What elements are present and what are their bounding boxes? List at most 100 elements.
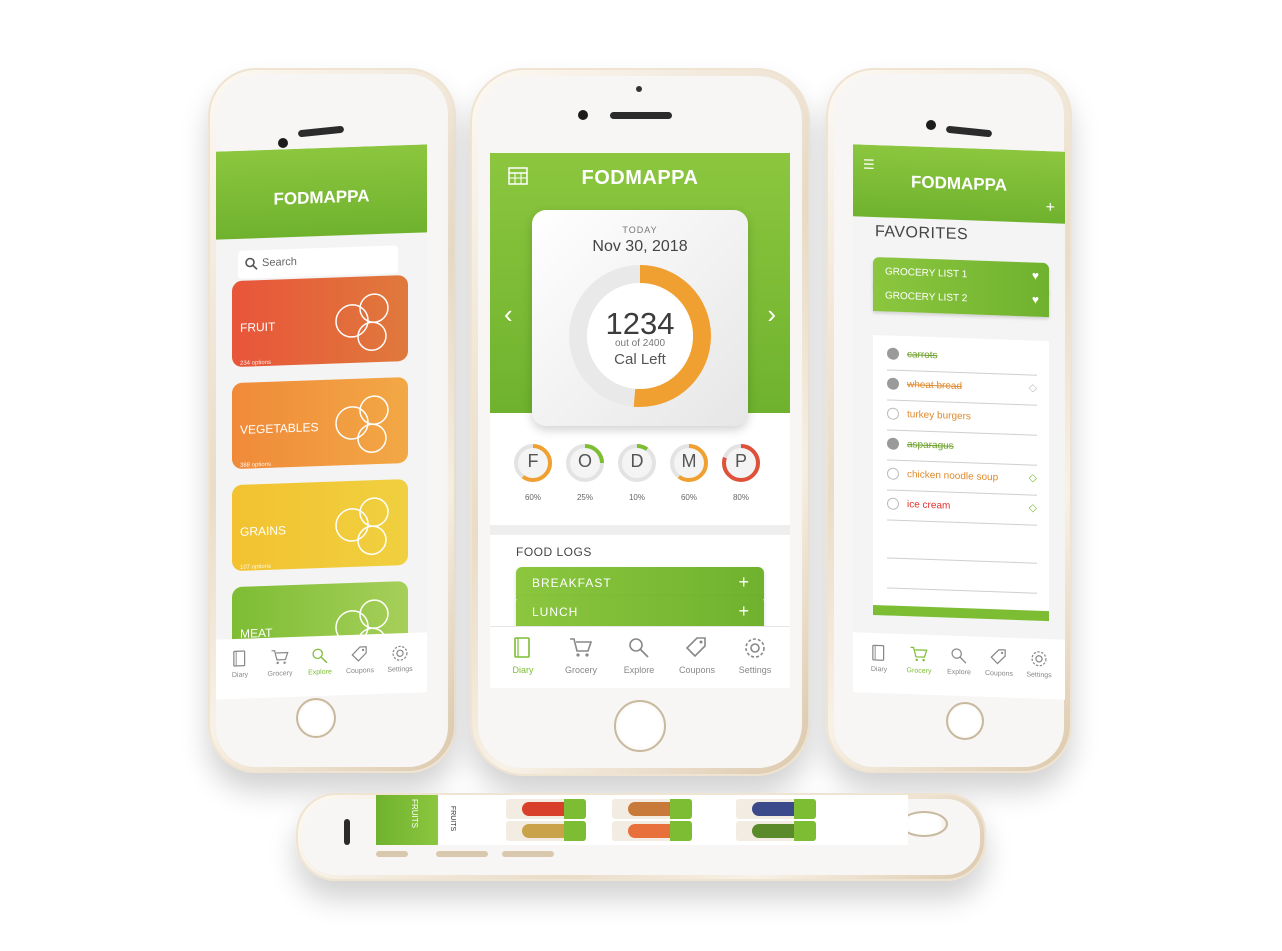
book-icon	[872, 644, 885, 661]
tab-label: Explore	[308, 668, 332, 677]
item-text: chicken noodle soup	[907, 469, 999, 484]
left-camera	[278, 138, 288, 148]
food-thumb[interactable]	[736, 821, 816, 841]
right-home-button[interactable]	[946, 702, 984, 740]
item-checkbox[interactable]	[887, 377, 899, 390]
tab-label: Explore	[947, 668, 971, 677]
grocery-list-2[interactable]: GROCERY LIST 2 ♥	[873, 280, 1049, 318]
tab-explore[interactable]: Explore	[610, 635, 668, 675]
left-header: FODMAPPA	[216, 144, 427, 240]
tab-diary[interactable]: Diary	[494, 635, 552, 675]
tab-label: Coupons	[984, 669, 1014, 678]
macro-p[interactable]: P 80%	[720, 443, 762, 502]
left-home-button[interactable]	[296, 698, 336, 738]
today-label: TODAY	[622, 225, 658, 235]
gear-icon	[392, 645, 408, 661]
food-log-label: BREAKFAST	[532, 576, 612, 590]
category-grains[interactable]: GRAINS 107 options	[232, 478, 408, 572]
macro-percent: 80%	[732, 493, 749, 502]
food-thumb[interactable]	[736, 799, 816, 819]
item-text: ice cream	[907, 499, 951, 512]
food-thumb[interactable]	[506, 799, 586, 819]
tab-coupons[interactable]: Coupons	[340, 644, 380, 675]
tab-diary[interactable]: Diary	[220, 648, 260, 679]
right-screen: ☰ FODMAPPA + FAVORITES GROCERY LIST 1 ♥ GR…	[853, 144, 1065, 700]
center-camera	[578, 110, 588, 120]
item-checkbox[interactable]	[887, 407, 899, 420]
tab-settings[interactable]: Settings	[1019, 648, 1059, 679]
macro-m[interactable]: M 60%	[668, 443, 710, 502]
macro-percent: 60%	[524, 493, 541, 502]
search-input[interactable]: Search	[238, 245, 398, 279]
left-screen: FODMAPPA Search FRUIT 234 options VEGETABL…	[216, 144, 427, 700]
heart-icon[interactable]: ♥	[1032, 293, 1039, 307]
macro-letter: P	[734, 451, 747, 471]
item-text: carrots	[907, 349, 938, 362]
macro-letter: O	[577, 451, 592, 471]
center-home-button[interactable]	[614, 700, 666, 752]
food-thumb[interactable]	[612, 821, 692, 841]
category-name: FRUIT	[240, 319, 276, 335]
gear-icon	[1031, 651, 1047, 667]
tab-coupons[interactable]: Coupons	[979, 647, 1019, 678]
food-log-breakfast[interactable]: BREAKFAST +	[516, 567, 764, 599]
food-log-lunch[interactable]: LUNCH +	[516, 596, 764, 628]
cart-icon	[910, 646, 928, 662]
food-log-label: LUNCH	[532, 605, 579, 619]
coupon-tag-icon[interactable]: ⬦	[1029, 470, 1037, 485]
cart-icon	[271, 650, 289, 665]
coupon-tag-icon[interactable]: ⬦	[1029, 380, 1037, 395]
tag-icon	[351, 646, 367, 662]
cart-icon	[570, 638, 593, 657]
food-thumb[interactable]	[506, 821, 586, 841]
grocery-list-label: GROCERY LIST 2	[885, 290, 968, 305]
prev-day-chevron-icon[interactable]: ‹	[504, 301, 513, 327]
tab-grocery[interactable]: Grocery	[260, 647, 300, 678]
item-checkbox[interactable]	[887, 347, 899, 360]
tab-coupons[interactable]: Coupons	[668, 635, 726, 675]
left-app-title: FODMAPPA	[273, 186, 370, 209]
tab-explore[interactable]: Explore	[300, 645, 340, 676]
tab-label: Grocery	[564, 665, 597, 675]
tab-label: Coupons	[345, 667, 375, 676]
macro-d[interactable]: D 10%	[616, 443, 658, 502]
bottom-screen: FRUITS FRUITS	[376, 795, 908, 845]
next-day-chevron-icon[interactable]: ›	[767, 301, 776, 327]
tab-diary[interactable]: Diary	[859, 643, 899, 674]
category-outline-icon	[335, 497, 389, 555]
tab-settings[interactable]: Settings	[380, 643, 420, 674]
macro-rings: F 60% O 25% D 10% M 60% P 80%	[512, 443, 772, 503]
tag-icon	[990, 649, 1006, 665]
tab-label: Grocery	[267, 670, 293, 678]
food-thumb[interactable]	[612, 799, 692, 819]
macro-f[interactable]: F 60%	[512, 443, 554, 502]
add-list-plus-icon[interactable]: +	[1046, 199, 1055, 217]
item-checkbox[interactable]	[887, 437, 899, 450]
tab-label: Settings	[387, 665, 413, 674]
category-count: 234 options	[240, 359, 272, 367]
favorites-title: FAVORITES	[875, 223, 969, 244]
macro-letter: F	[527, 451, 539, 471]
item-checkbox[interactable]	[887, 497, 899, 510]
category-name: GRAINS	[240, 523, 287, 539]
tag-icon	[685, 637, 706, 658]
category-fruit[interactable]: FRUIT 234 options	[232, 274, 408, 368]
coupon-tag-icon[interactable]: ⬦	[1029, 500, 1037, 515]
center-speaker	[610, 112, 672, 119]
item-checkbox[interactable]	[887, 467, 899, 480]
add-plus-icon[interactable]: +	[738, 572, 750, 593]
right-header: ☰ FODMAPPA +	[853, 144, 1065, 224]
add-plus-icon[interactable]: +	[738, 601, 750, 622]
macro-o[interactable]: O 25%	[564, 443, 606, 502]
calorie-card: TODAY Nov 30, 2018 1234 out of 2400 Cal …	[532, 210, 748, 426]
tab-grocery[interactable]: Grocery	[899, 644, 939, 675]
tab-explore[interactable]: Explore	[939, 645, 979, 676]
tab-grocery[interactable]: Grocery	[552, 635, 610, 675]
tab-settings[interactable]: Settings	[726, 635, 784, 675]
category-vegetables[interactable]: VEGETABLES 388 options	[232, 376, 408, 470]
heart-icon[interactable]: ♥	[1032, 269, 1039, 283]
macro-percent: 25%	[576, 493, 593, 502]
date-label: Nov 30, 2018	[592, 238, 688, 255]
empty-line	[887, 557, 1037, 564]
macro-letter: M	[681, 451, 697, 471]
